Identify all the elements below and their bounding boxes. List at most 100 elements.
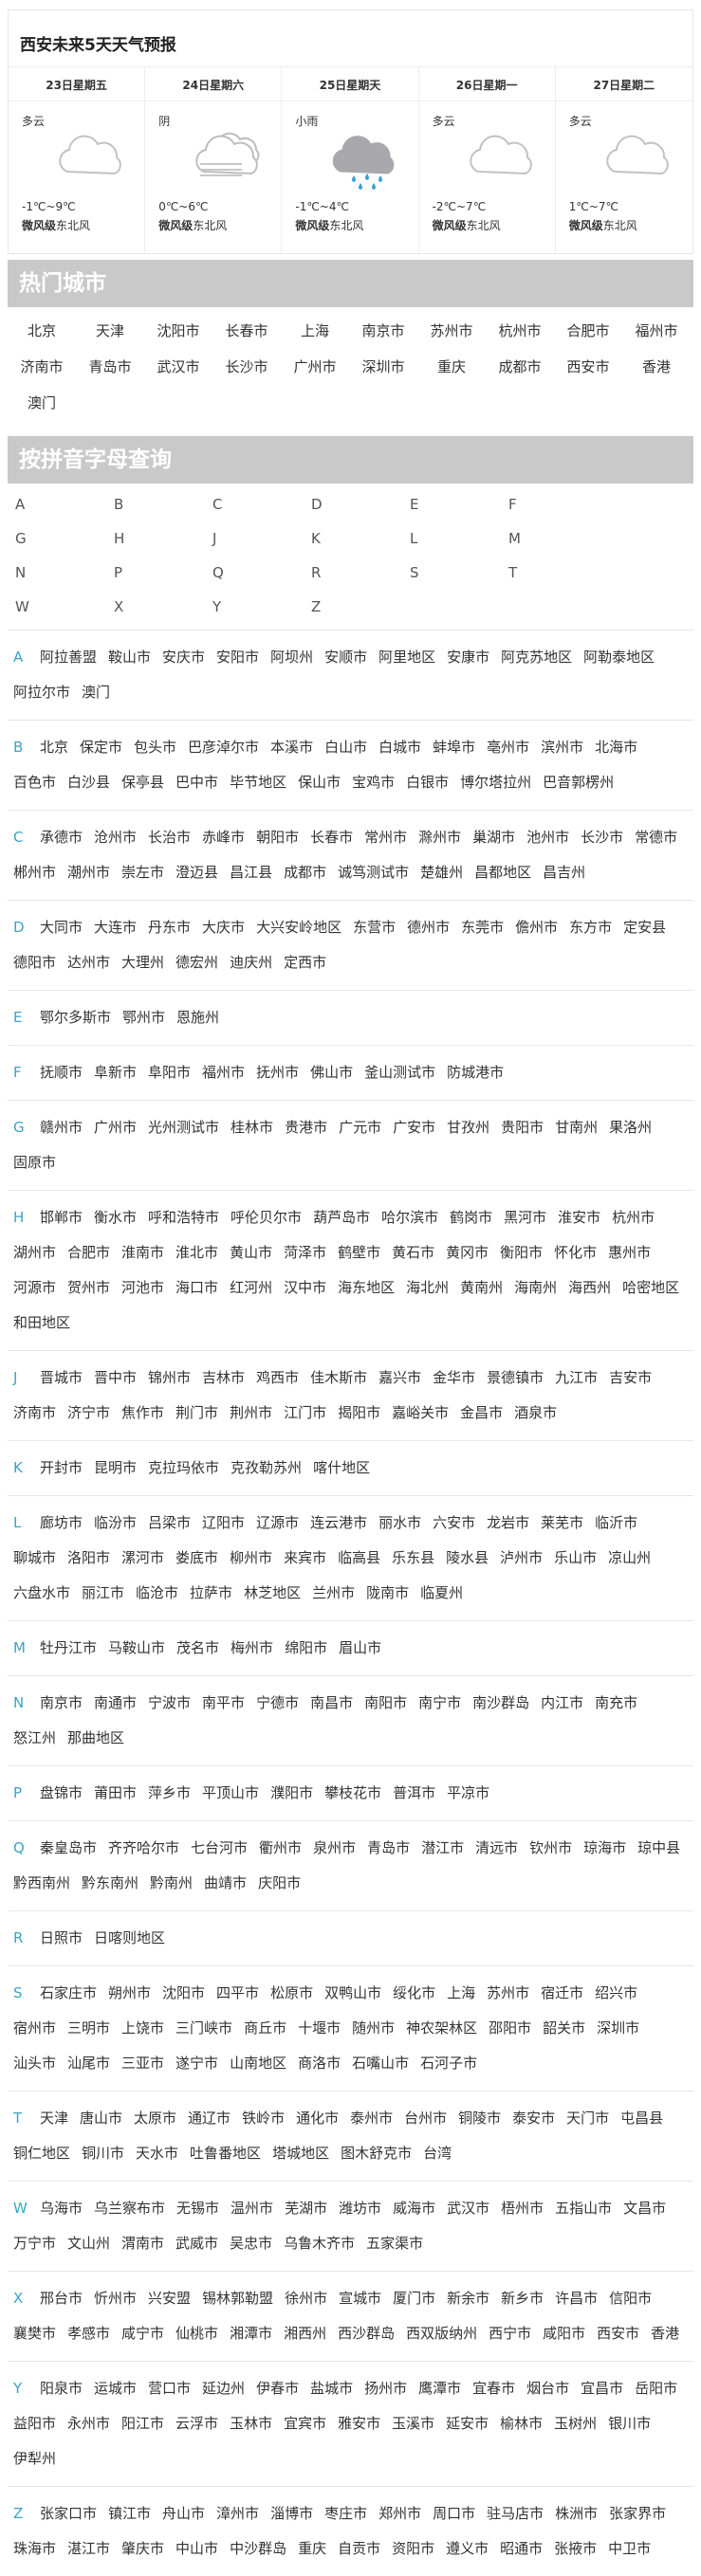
city-link[interactable]: 迪庆州 xyxy=(224,945,278,980)
city-link[interactable]: 厦门市 xyxy=(387,2281,441,2316)
city-link[interactable]: 镇江市 xyxy=(102,2496,157,2531)
city-link[interactable]: 巢湖市 xyxy=(467,820,521,855)
city-link[interactable]: 石河子市 xyxy=(415,2046,483,2081)
city-link[interactable]: 台州市 xyxy=(398,2101,452,2136)
city-link[interactable]: 周口市 xyxy=(427,2496,481,2531)
city-link[interactable]: 三亚市 xyxy=(116,2046,170,2081)
city-link[interactable]: 鞍山市 xyxy=(102,640,157,675)
city-link[interactable]: 阿拉尔市 xyxy=(8,675,76,710)
city-link[interactable]: 珠海市 xyxy=(8,2531,62,2567)
city-link[interactable]: 汉中市 xyxy=(278,1270,332,1306)
city-link[interactable]: 武威市 xyxy=(170,2226,224,2261)
city-link[interactable]: 双鸭山市 xyxy=(319,1976,387,2011)
city-link[interactable]: 沧州市 xyxy=(88,820,142,855)
city-link[interactable]: 徐州市 xyxy=(279,2281,333,2316)
city-link[interactable]: 日喀则地区 xyxy=(88,1921,171,1956)
city-link[interactable]: 防城港市 xyxy=(441,1055,509,1090)
city-link[interactable]: 牡丹江市 xyxy=(34,1631,102,1666)
city-link[interactable]: 淄博市 xyxy=(265,2496,319,2531)
hot-city-link[interactable]: 福州市 xyxy=(622,313,691,349)
city-link[interactable]: 福州市 xyxy=(196,1055,250,1090)
hot-city-link[interactable]: 沈阳市 xyxy=(144,313,212,349)
city-link[interactable]: 吉安市 xyxy=(603,1361,657,1396)
city-link[interactable]: 塔城地区 xyxy=(267,2136,335,2171)
pinyin-letter-link[interactable]: S xyxy=(402,556,501,590)
city-link[interactable]: 黄山市 xyxy=(224,1235,278,1270)
city-link[interactable]: 铜仁地区 xyxy=(8,2136,76,2171)
city-link[interactable]: 深圳市 xyxy=(591,2011,645,2046)
city-link[interactable]: 惠州市 xyxy=(602,1235,656,1270)
city-link[interactable]: 铜陵市 xyxy=(452,2101,507,2136)
city-link[interactable]: 黑河市 xyxy=(498,1200,552,1235)
city-link[interactable]: 汕尾市 xyxy=(62,2046,116,2081)
city-link[interactable]: 安顺市 xyxy=(319,640,373,675)
city-link[interactable]: 鸡西市 xyxy=(250,1361,304,1396)
city-link[interactable]: 图木舒克市 xyxy=(335,2136,417,2171)
city-link[interactable]: 河池市 xyxy=(116,1270,170,1306)
city-link[interactable]: 怒江州 xyxy=(8,1721,62,1756)
city-link[interactable]: 儋州市 xyxy=(509,910,563,945)
city-link[interactable]: 绍兴市 xyxy=(589,1976,643,2011)
city-link[interactable]: 盘锦市 xyxy=(34,1776,88,1811)
city-link[interactable]: 运城市 xyxy=(88,2371,142,2406)
city-link[interactable]: 神农架林区 xyxy=(400,2011,483,2046)
city-link[interactable]: 青岛市 xyxy=(361,1831,415,1866)
city-link[interactable]: 哈密地区 xyxy=(617,1270,685,1306)
city-link[interactable]: 临沂市 xyxy=(589,1506,643,1541)
city-link[interactable]: 定西市 xyxy=(278,945,332,980)
city-link[interactable]: 伊犁州 xyxy=(8,2441,62,2476)
city-link[interactable]: 西双版纳州 xyxy=(400,2316,483,2351)
city-link[interactable]: 云浮市 xyxy=(170,2406,224,2441)
city-link[interactable]: 釜山测试市 xyxy=(359,1055,441,1090)
pinyin-letter-link[interactable]: C xyxy=(205,487,304,521)
city-link[interactable]: 鹤岗市 xyxy=(444,1200,498,1235)
city-link[interactable]: 宁波市 xyxy=(142,1686,196,1721)
city-link[interactable]: 黄冈市 xyxy=(440,1235,494,1270)
city-link[interactable]: 广元市 xyxy=(333,1110,387,1145)
city-link[interactable]: 五家渠市 xyxy=(360,2226,429,2261)
hot-city-link[interactable]: 广州市 xyxy=(281,349,349,385)
city-link[interactable]: 苏州市 xyxy=(481,1976,535,2011)
city-link[interactable]: 乌海市 xyxy=(34,2191,88,2226)
city-link[interactable]: 阿拉善盟 xyxy=(34,640,102,675)
city-link[interactable]: 六盘水市 xyxy=(8,1576,76,1611)
city-link[interactable]: 吐鲁番地区 xyxy=(184,2136,267,2171)
city-link[interactable]: 昌江县 xyxy=(224,855,278,890)
city-link[interactable]: 威海市 xyxy=(387,2191,441,2226)
city-link[interactable]: 保亭县 xyxy=(116,765,170,800)
city-link[interactable]: 昌都地区 xyxy=(469,855,537,890)
city-link[interactable]: 梧州市 xyxy=(495,2191,549,2226)
city-link[interactable]: 石家庄市 xyxy=(34,1976,102,2011)
city-link[interactable]: 九江市 xyxy=(549,1361,603,1396)
city-link[interactable]: 甘孜州 xyxy=(441,1110,495,1145)
city-link[interactable]: 佳木斯市 xyxy=(304,1361,373,1396)
city-link[interactable]: 屯昌县 xyxy=(615,2101,669,2136)
city-link[interactable]: 贵阳市 xyxy=(495,1110,549,1145)
city-link[interactable]: 三门峡市 xyxy=(170,2011,238,2046)
pinyin-letter-link[interactable]: L xyxy=(402,521,501,556)
city-link[interactable]: 连云港市 xyxy=(304,1506,373,1541)
hot-city-link[interactable]: 北京 xyxy=(8,313,76,349)
city-link[interactable]: 阿坝州 xyxy=(265,640,319,675)
city-link[interactable]: 六安市 xyxy=(427,1506,481,1541)
city-link[interactable]: 临汾市 xyxy=(88,1506,142,1541)
city-link[interactable]: 赣州市 xyxy=(34,1110,88,1145)
city-link[interactable]: 本溪市 xyxy=(265,730,319,765)
city-link[interactable]: 永州市 xyxy=(62,2406,116,2441)
city-link[interactable]: 商洛市 xyxy=(292,2046,346,2081)
city-link[interactable]: 资阳市 xyxy=(386,2531,440,2567)
city-link[interactable]: 蚌埠市 xyxy=(427,730,481,765)
city-link[interactable]: 文山州 xyxy=(62,2226,116,2261)
city-link[interactable]: 文昌市 xyxy=(618,2191,672,2226)
city-link[interactable]: 乌鲁木齐市 xyxy=(278,2226,360,2261)
city-link[interactable]: 邵阳市 xyxy=(483,2011,537,2046)
city-link[interactable]: 菏泽市 xyxy=(278,1235,332,1270)
city-link[interactable]: 光州测试市 xyxy=(142,1110,225,1145)
city-link[interactable]: 崇左市 xyxy=(116,855,170,890)
city-link[interactable]: 吕梁市 xyxy=(142,1506,196,1541)
city-link[interactable]: 温州市 xyxy=(225,2191,279,2226)
city-link[interactable]: 榆林市 xyxy=(494,2406,548,2441)
city-link[interactable]: 阜新市 xyxy=(88,1055,142,1090)
city-link[interactable]: 金昌市 xyxy=(454,1396,508,1431)
city-link[interactable]: 大理州 xyxy=(116,945,170,980)
